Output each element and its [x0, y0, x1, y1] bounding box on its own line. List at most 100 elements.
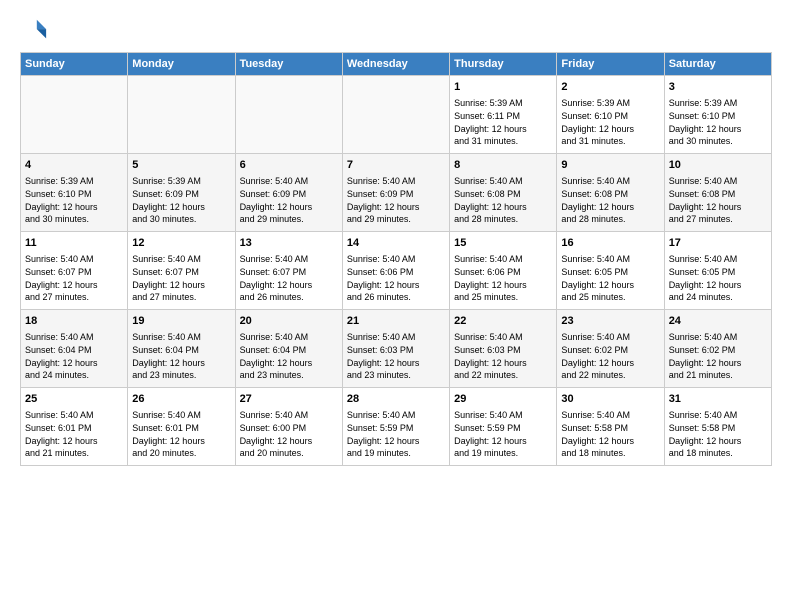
cell-line: Sunrise: 5:40 AM	[240, 409, 338, 422]
cell-line: Sunset: 6:03 PM	[454, 344, 552, 357]
cell-line: Daylight: 12 hours	[240, 279, 338, 292]
cell-line: and 20 minutes.	[240, 447, 338, 460]
day-number: 16	[561, 236, 659, 251]
cell-line: Sunrise: 5:40 AM	[25, 331, 123, 344]
col-header-tuesday: Tuesday	[235, 53, 342, 76]
cell-line: Sunset: 6:03 PM	[347, 344, 445, 357]
day-number: 5	[132, 158, 230, 173]
cell-line: Sunrise: 5:40 AM	[561, 409, 659, 422]
cell-4-7: 24Sunrise: 5:40 AMSunset: 6:02 PMDayligh…	[664, 310, 771, 388]
cell-line: and 22 minutes.	[561, 369, 659, 382]
cell-line: Daylight: 12 hours	[669, 123, 767, 136]
cell-2-3: 6Sunrise: 5:40 AMSunset: 6:09 PMDaylight…	[235, 154, 342, 232]
cell-line: Sunrise: 5:40 AM	[132, 331, 230, 344]
day-number: 1	[454, 80, 552, 95]
cell-line: Sunset: 6:08 PM	[454, 188, 552, 201]
logo	[20, 16, 52, 44]
cell-line: Daylight: 12 hours	[132, 357, 230, 370]
cell-2-5: 8Sunrise: 5:40 AMSunset: 6:08 PMDaylight…	[450, 154, 557, 232]
cell-line: Sunset: 6:05 PM	[561, 266, 659, 279]
table-body: 1Sunrise: 5:39 AMSunset: 6:11 PMDaylight…	[21, 76, 772, 466]
cell-line: Sunrise: 5:40 AM	[669, 331, 767, 344]
cell-line: and 28 minutes.	[561, 213, 659, 226]
day-number: 24	[669, 314, 767, 329]
cell-line: Daylight: 12 hours	[669, 279, 767, 292]
cell-3-2: 12Sunrise: 5:40 AMSunset: 6:07 PMDayligh…	[128, 232, 235, 310]
cell-line: Sunset: 5:58 PM	[669, 422, 767, 435]
col-header-sunday: Sunday	[21, 53, 128, 76]
day-number: 9	[561, 158, 659, 173]
day-number: 22	[454, 314, 552, 329]
cell-line: Sunrise: 5:39 AM	[454, 97, 552, 110]
cell-line: and 20 minutes.	[132, 447, 230, 460]
day-number: 19	[132, 314, 230, 329]
cell-line: Daylight: 12 hours	[454, 123, 552, 136]
logo-icon	[20, 16, 48, 44]
cell-3-1: 11Sunrise: 5:40 AMSunset: 6:07 PMDayligh…	[21, 232, 128, 310]
cell-line: Daylight: 12 hours	[347, 201, 445, 214]
cell-line: Daylight: 12 hours	[669, 201, 767, 214]
cell-line: Sunrise: 5:40 AM	[132, 253, 230, 266]
cell-4-4: 21Sunrise: 5:40 AMSunset: 6:03 PMDayligh…	[342, 310, 449, 388]
cell-line: Daylight: 12 hours	[561, 201, 659, 214]
cell-line: Daylight: 12 hours	[347, 357, 445, 370]
day-number: 7	[347, 158, 445, 173]
cell-line: and 21 minutes.	[25, 447, 123, 460]
day-number: 6	[240, 158, 338, 173]
cell-line: Sunrise: 5:40 AM	[347, 253, 445, 266]
cell-line: and 19 minutes.	[454, 447, 552, 460]
cell-5-1: 25Sunrise: 5:40 AMSunset: 6:01 PMDayligh…	[21, 388, 128, 466]
cell-line: Daylight: 12 hours	[454, 435, 552, 448]
cell-line: Sunrise: 5:40 AM	[347, 409, 445, 422]
day-number: 20	[240, 314, 338, 329]
cell-3-5: 15Sunrise: 5:40 AMSunset: 6:06 PMDayligh…	[450, 232, 557, 310]
calendar-table: SundayMondayTuesdayWednesdayThursdayFrid…	[20, 52, 772, 466]
cell-line: Daylight: 12 hours	[561, 357, 659, 370]
cell-line: Sunset: 6:10 PM	[669, 110, 767, 123]
cell-5-2: 26Sunrise: 5:40 AMSunset: 6:01 PMDayligh…	[128, 388, 235, 466]
cell-line: Sunset: 6:09 PM	[240, 188, 338, 201]
day-number: 4	[25, 158, 123, 173]
cell-line: Daylight: 12 hours	[669, 357, 767, 370]
day-number: 30	[561, 392, 659, 407]
cell-4-1: 18Sunrise: 5:40 AMSunset: 6:04 PMDayligh…	[21, 310, 128, 388]
cell-line: and 19 minutes.	[347, 447, 445, 460]
cell-line: Sunrise: 5:40 AM	[454, 409, 552, 422]
cell-line: Daylight: 12 hours	[669, 435, 767, 448]
cell-line: Sunrise: 5:40 AM	[240, 253, 338, 266]
cell-line: and 23 minutes.	[132, 369, 230, 382]
cell-line: and 31 minutes.	[561, 135, 659, 148]
cell-line: Sunset: 6:09 PM	[347, 188, 445, 201]
cell-line: and 24 minutes.	[25, 369, 123, 382]
cell-line: and 25 minutes.	[561, 291, 659, 304]
cell-line: Sunset: 6:04 PM	[25, 344, 123, 357]
cell-line: Sunset: 6:06 PM	[347, 266, 445, 279]
cell-line: Daylight: 12 hours	[454, 201, 552, 214]
cell-line: Daylight: 12 hours	[240, 357, 338, 370]
cell-line: Sunset: 6:09 PM	[132, 188, 230, 201]
cell-line: Sunrise: 5:40 AM	[454, 253, 552, 266]
cell-1-6: 2Sunrise: 5:39 AMSunset: 6:10 PMDaylight…	[557, 76, 664, 154]
week-row-5: 25 Sunrise: 5:40 AM Sunset: 6:01 PM Dayligh…	[21, 388, 772, 466]
cell-line: Sunrise: 5:40 AM	[669, 409, 767, 422]
cell-3-6: 16Sunrise: 5:40 AMSunset: 6:05 PMDayligh…	[557, 232, 664, 310]
cell-line: Daylight: 12 hours	[132, 279, 230, 292]
cell-1-5: 1Sunrise: 5:39 AMSunset: 6:11 PMDaylight…	[450, 76, 557, 154]
day-number: 23	[561, 314, 659, 329]
col-header-thursday: Thursday	[450, 53, 557, 76]
cell-line: Sunset: 6:01 PM	[132, 422, 230, 435]
day-number: 21	[347, 314, 445, 329]
cell-line: and 23 minutes.	[347, 369, 445, 382]
day-number: 25	[25, 392, 123, 407]
col-header-wednesday: Wednesday	[342, 53, 449, 76]
cell-line: and 31 minutes.	[454, 135, 552, 148]
cell-line: Sunset: 6:05 PM	[669, 266, 767, 279]
col-header-friday: Friday	[557, 53, 664, 76]
week-row-3: 11Sunrise: 5:40 AMSunset: 6:07 PMDayligh…	[21, 232, 772, 310]
cell-line: Daylight: 12 hours	[454, 279, 552, 292]
cell-line: Sunset: 6:07 PM	[132, 266, 230, 279]
cell-line: Daylight: 12 hours	[561, 435, 659, 448]
cell-line: Daylight: 12 hours	[25, 201, 123, 214]
week-row-4: 18Sunrise: 5:40 AMSunset: 6:04 PMDayligh…	[21, 310, 772, 388]
cell-line: Sunset: 6:00 PM	[240, 422, 338, 435]
